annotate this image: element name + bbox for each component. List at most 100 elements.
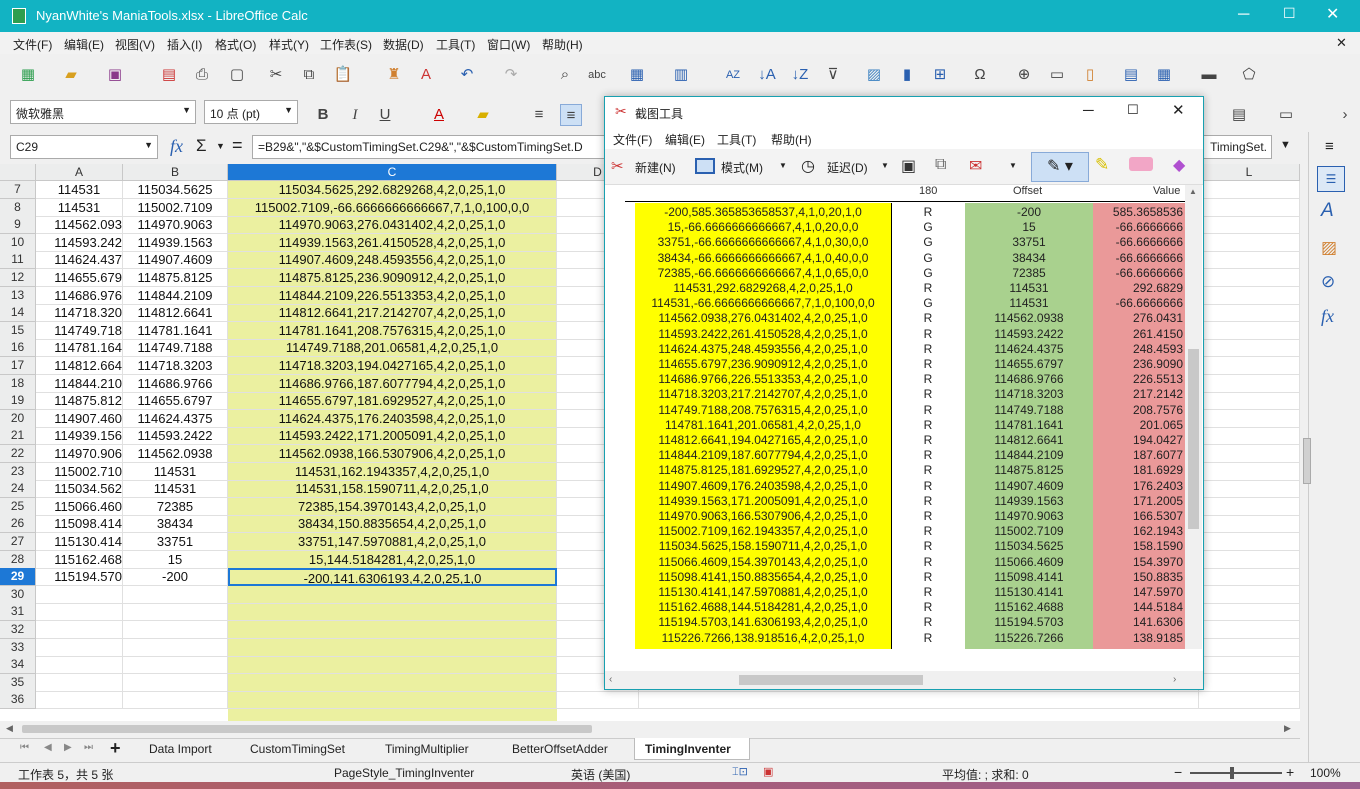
row-header[interactable]: 36 bbox=[0, 691, 36, 710]
cell-a[interactable] bbox=[36, 691, 123, 710]
save-icon[interactable]: ▣ bbox=[104, 64, 126, 86]
minimize-icon[interactable]: ─ bbox=[1238, 6, 1249, 24]
find-replace-icon[interactable]: ⌕ bbox=[554, 64, 576, 86]
sidebar-collapse-handle[interactable] bbox=[1303, 438, 1311, 484]
cell-l[interactable] bbox=[1199, 462, 1300, 481]
cell-l[interactable] bbox=[1199, 269, 1300, 287]
sort-ascending-icon[interactable]: ↓A bbox=[756, 64, 778, 86]
autofilter-icon[interactable]: ⊽ bbox=[822, 64, 844, 86]
cell-l[interactable] bbox=[1199, 638, 1300, 657]
cell-x[interactable] bbox=[639, 691, 1199, 710]
snip-vscroll[interactable]: ▲ bbox=[1185, 185, 1202, 649]
navigator-icon[interactable]: ⊘ bbox=[1321, 272, 1335, 292]
hyperlink-icon[interactable]: ⊕ bbox=[1013, 64, 1035, 86]
column-header-c[interactable]: C bbox=[228, 164, 557, 181]
cell-b[interactable]: 114562.0938 bbox=[123, 445, 228, 463]
cell-l[interactable] bbox=[1199, 304, 1300, 323]
redo-icon[interactable]: ↷ bbox=[500, 64, 522, 86]
cell-b[interactable]: 114624.4375 bbox=[123, 409, 228, 428]
cell-c[interactable] bbox=[228, 603, 557, 622]
cell-l[interactable] bbox=[1199, 673, 1300, 692]
cell-a[interactable] bbox=[36, 656, 123, 675]
clear-formatting-icon[interactable]: A bbox=[415, 64, 437, 86]
snip-menu-edit[interactable]: 编辑(E) bbox=[665, 131, 705, 148]
add-sheet-icon[interactable]: + bbox=[110, 738, 121, 759]
zoom-level[interactable]: 100% bbox=[1310, 766, 1341, 780]
cell-b[interactable]: 114781.1641 bbox=[123, 321, 228, 340]
cell-a[interactable]: 114939.156 bbox=[36, 427, 123, 446]
cell-a[interactable]: 115194.570 bbox=[36, 568, 123, 587]
cell-b[interactable] bbox=[123, 673, 228, 692]
cell-l[interactable] bbox=[1199, 691, 1300, 710]
cell-b[interactable]: 114875.8125 bbox=[123, 269, 228, 287]
pen-tool-icon[interactable]: ✎ ▾ bbox=[1031, 152, 1089, 182]
paste-icon[interactable]: 📋 bbox=[332, 64, 354, 86]
cell-a[interactable]: 115002.710 bbox=[36, 462, 123, 481]
tab-better-offset-adder[interactable]: BetterOffsetAdder bbox=[512, 742, 608, 756]
cell-l[interactable] bbox=[1199, 392, 1300, 411]
mode-button[interactable]: 模式(M) bbox=[721, 159, 763, 176]
new-icon[interactable]: ▦ bbox=[17, 64, 39, 86]
cell-c[interactable]: 38434,150.8835654,4,2,0,25,1,0 bbox=[228, 515, 557, 534]
cell-c[interactable]: 114970.9063,276.0431402,4,2,0,25,1,0 bbox=[228, 216, 557, 235]
column-icon[interactable]: ▥ bbox=[670, 64, 692, 86]
menu-data[interactable]: 数据(D) bbox=[383, 36, 424, 53]
row-header[interactable]: 11 bbox=[0, 251, 36, 270]
freeze-icon[interactable]: ▦ bbox=[1153, 64, 1175, 86]
zoom-slider[interactable] bbox=[1190, 772, 1282, 774]
snip-scroll-left-icon[interactable]: ‹ bbox=[609, 674, 612, 685]
column-header-a[interactable]: A bbox=[36, 164, 123, 181]
cell-l[interactable] bbox=[1199, 339, 1300, 358]
tab-data-import[interactable]: Data Import bbox=[149, 742, 212, 756]
snip-close-icon[interactable]: ✕ bbox=[1172, 101, 1185, 119]
gallery-icon[interactable]: ▨ bbox=[1321, 238, 1337, 258]
cut-icon[interactable]: ✂ bbox=[265, 64, 287, 86]
row-header[interactable]: 17 bbox=[0, 357, 36, 375]
chart-icon[interactable]: ▮ bbox=[896, 64, 918, 86]
menu-window[interactable]: 窗口(W) bbox=[487, 36, 530, 53]
scroll-right-icon[interactable]: ▶ bbox=[1284, 723, 1291, 734]
print-icon[interactable]: ⎙ bbox=[191, 64, 213, 86]
cell-c[interactable] bbox=[228, 691, 557, 710]
formula-icon[interactable]: = bbox=[232, 135, 243, 156]
italic-icon[interactable]: I bbox=[344, 104, 366, 126]
cell-c[interactable]: 114562.0938,166.5307906,4,2,0,25,1,0 bbox=[228, 445, 557, 463]
header-footer-icon[interactable]: ▯ bbox=[1079, 64, 1101, 86]
cell-c[interactable]: 72385,154.3970143,4,2,0,25,1,0 bbox=[228, 497, 557, 516]
cell-c[interactable]: 114686.9766,187.6077794,4,2,0,25,1,0 bbox=[228, 374, 557, 393]
row-header[interactable]: 24 bbox=[0, 480, 36, 499]
snip-scroll-up-icon[interactable]: ▲ bbox=[1189, 187, 1197, 196]
row-header[interactable]: 33 bbox=[0, 638, 36, 657]
snip-hscroll[interactable]: ‹ › bbox=[605, 671, 1203, 689]
row-header[interactable]: 14 bbox=[0, 304, 36, 323]
cell-a[interactable] bbox=[36, 603, 123, 622]
tab-timing-inventer[interactable]: TimingInventer bbox=[645, 742, 731, 756]
row-header[interactable]: 25 bbox=[0, 497, 36, 516]
cell-c[interactable]: 114749.7188,201.06581,4,2,0,25,1,0 bbox=[228, 339, 557, 358]
cell-c[interactable] bbox=[228, 656, 557, 675]
split-window-icon[interactable]: ▬ bbox=[1198, 64, 1220, 86]
undo-icon[interactable]: ↶ bbox=[456, 64, 478, 86]
menu-sheet[interactable]: 工作表(S) bbox=[320, 36, 372, 53]
snip-scroll-right-icon[interactable]: › bbox=[1173, 674, 1176, 685]
chevron-down-icon[interactable]: ▼ bbox=[144, 140, 153, 150]
cell-b[interactable]: 114970.9063 bbox=[123, 216, 228, 235]
cell-a[interactable]: 115130.414 bbox=[36, 533, 123, 551]
open-icon[interactable]: ▰ bbox=[60, 64, 82, 86]
cell-b[interactable]: 114907.4609 bbox=[123, 251, 228, 270]
row-header[interactable]: 28 bbox=[0, 550, 36, 569]
chevron-down-icon[interactable]: ▼ bbox=[216, 141, 225, 151]
cell-c[interactable]: 114624.4375,176.2403598,4,2,0,25,1,0 bbox=[228, 409, 557, 428]
font-size-box[interactable]: 10 点 (pt) ▼ bbox=[204, 100, 298, 124]
row-header[interactable]: 21 bbox=[0, 427, 36, 446]
snip-minimize-icon[interactable]: ─ bbox=[1083, 102, 1094, 119]
last-sheet-icon[interactable]: ⏭ bbox=[84, 742, 93, 753]
cell-c[interactable]: 114531,162.1943357,4,2,0,25,1,0 bbox=[228, 462, 557, 481]
cell-c[interactable]: 114812.6641,217.2142707,4,2,0,25,1,0 bbox=[228, 304, 557, 323]
row-header[interactable]: 18 bbox=[0, 374, 36, 393]
cell-c[interactable] bbox=[228, 673, 557, 692]
cell-a[interactable] bbox=[36, 673, 123, 692]
close-document-icon[interactable]: ✕ bbox=[1336, 35, 1347, 51]
copy-icon[interactable]: ⧉ bbox=[298, 64, 320, 86]
chevron-down-icon[interactable]: ▼ bbox=[182, 105, 191, 115]
